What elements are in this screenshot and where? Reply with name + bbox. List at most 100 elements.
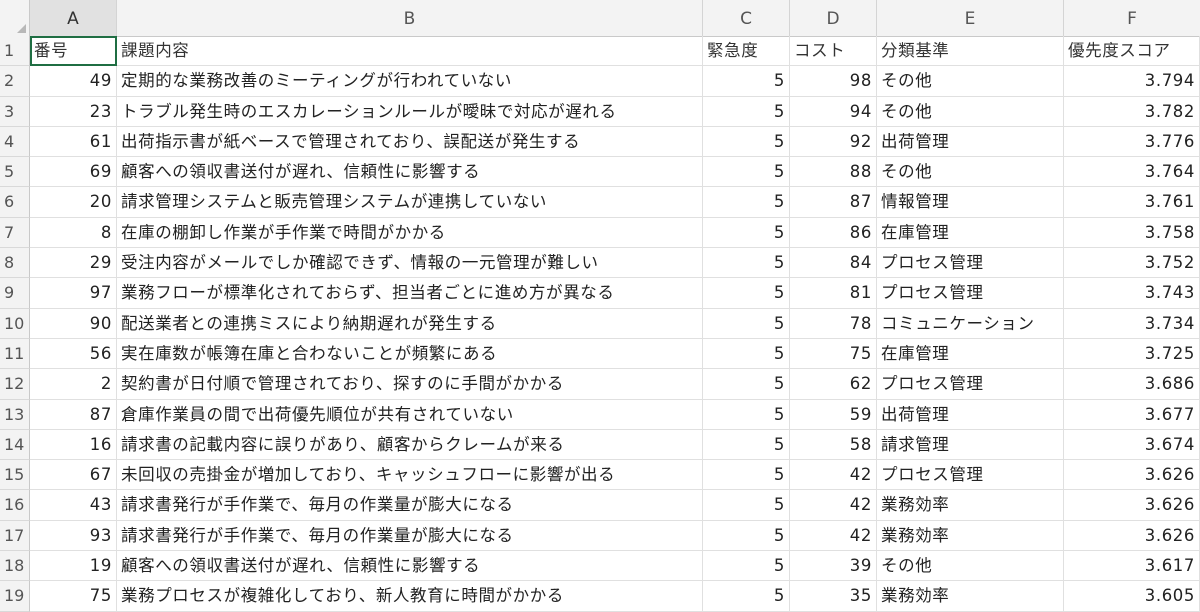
cell-priority-score[interactable]: 3.752 bbox=[1064, 248, 1200, 279]
cell-issue[interactable]: 請求管理システムと販売管理システムが連携していない bbox=[117, 187, 703, 218]
column-header-f[interactable]: F bbox=[1064, 0, 1200, 36]
cell-number[interactable]: 67 bbox=[30, 460, 117, 491]
cell-number[interactable]: 93 bbox=[30, 520, 117, 552]
cell-priority-score[interactable]: 3.677 bbox=[1064, 399, 1200, 430]
cell-urgency[interactable]: 5 bbox=[703, 520, 790, 552]
cell-urgency[interactable]: 5 bbox=[703, 338, 790, 370]
cell-priority-score[interactable]: 3.617 bbox=[1064, 551, 1200, 582]
cell-priority-score[interactable]: 3.743 bbox=[1064, 278, 1200, 309]
header-cell-cost[interactable]: コスト bbox=[790, 36, 877, 67]
cell-priority-score[interactable]: 3.794 bbox=[1064, 66, 1200, 97]
cell-number[interactable]: 75 bbox=[30, 581, 117, 612]
cell-cost[interactable]: 42 bbox=[790, 460, 877, 491]
header-cell-number[interactable]: 番号 bbox=[30, 36, 117, 67]
cell-issue[interactable]: トラブル発生時のエスカレーションルールが曖昧で対応が遅れる bbox=[117, 96, 703, 127]
cell-urgency[interactable]: 5 bbox=[703, 126, 790, 158]
cell-category[interactable]: プロセス管理 bbox=[877, 248, 1064, 279]
cell-cost[interactable]: 58 bbox=[790, 429, 877, 461]
cell-number[interactable]: 87 bbox=[30, 399, 117, 430]
header-cell-issue[interactable]: 課題内容 bbox=[117, 36, 703, 67]
header-cell-priority-score[interactable]: 優先度スコア bbox=[1064, 36, 1200, 67]
header-cell-urgency[interactable]: 緊急度 bbox=[703, 36, 790, 67]
row-number[interactable]: 5 bbox=[0, 157, 30, 188]
cell-urgency[interactable]: 5 bbox=[703, 66, 790, 97]
cell-cost[interactable]: 81 bbox=[790, 278, 877, 309]
cell-issue[interactable]: 業務プロセスが複雑化しており、新人教育に時間がかかる bbox=[117, 581, 703, 612]
cell-category[interactable]: 業務効率 bbox=[877, 581, 1064, 612]
row-number[interactable]: 2 bbox=[0, 66, 30, 97]
cell-number[interactable]: 90 bbox=[30, 308, 117, 339]
column-header-a[interactable]: A bbox=[30, 0, 117, 36]
cell-cost[interactable]: 86 bbox=[790, 217, 877, 249]
cell-number[interactable]: 29 bbox=[30, 248, 117, 279]
cell-cost[interactable]: 87 bbox=[790, 187, 877, 218]
header-cell-category[interactable]: 分類基準 bbox=[877, 36, 1064, 67]
row-number[interactable]: 18 bbox=[0, 551, 30, 582]
column-header-c[interactable]: C bbox=[703, 0, 790, 36]
cell-category[interactable]: 出荷管理 bbox=[877, 126, 1064, 158]
row-number[interactable]: 1 bbox=[0, 36, 30, 67]
cell-cost[interactable]: 94 bbox=[790, 96, 877, 127]
cell-urgency[interactable]: 5 bbox=[703, 551, 790, 582]
cell-issue[interactable]: 在庫の棚卸し作業が手作業で時間がかかる bbox=[117, 217, 703, 249]
cell-category[interactable]: その他 bbox=[877, 96, 1064, 127]
cell-category[interactable]: プロセス管理 bbox=[877, 460, 1064, 491]
cell-urgency[interactable]: 5 bbox=[703, 369, 790, 400]
cell-priority-score[interactable]: 3.686 bbox=[1064, 369, 1200, 400]
cell-urgency[interactable]: 5 bbox=[703, 399, 790, 430]
cell-priority-score[interactable]: 3.674 bbox=[1064, 429, 1200, 461]
row-number[interactable]: 12 bbox=[0, 369, 30, 400]
cell-category[interactable]: その他 bbox=[877, 551, 1064, 582]
select-all-corner[interactable] bbox=[0, 0, 30, 36]
cell-urgency[interactable]: 5 bbox=[703, 429, 790, 461]
cell-issue[interactable]: 配送業者との連携ミスにより納期遅れが発生する bbox=[117, 308, 703, 339]
cell-category[interactable]: 在庫管理 bbox=[877, 217, 1064, 249]
cell-priority-score[interactable]: 3.761 bbox=[1064, 187, 1200, 218]
cell-priority-score[interactable]: 3.626 bbox=[1064, 490, 1200, 521]
cell-cost[interactable]: 39 bbox=[790, 551, 877, 582]
cell-issue[interactable]: 顧客への領収書送付が遅れ、信頼性に影響する bbox=[117, 157, 703, 188]
column-header-b[interactable]: B bbox=[117, 0, 703, 36]
row-number[interactable]: 3 bbox=[0, 96, 30, 127]
cell-urgency[interactable]: 5 bbox=[703, 157, 790, 188]
cell-urgency[interactable]: 5 bbox=[703, 308, 790, 339]
cell-priority-score[interactable]: 3.725 bbox=[1064, 338, 1200, 370]
cell-number[interactable]: 2 bbox=[30, 369, 117, 400]
cell-cost[interactable]: 75 bbox=[790, 338, 877, 370]
cell-issue[interactable]: 出荷指示書が紙ベースで管理されており、誤配送が発生する bbox=[117, 126, 703, 158]
row-number[interactable]: 10 bbox=[0, 308, 30, 339]
cell-number[interactable]: 56 bbox=[30, 338, 117, 370]
cell-issue[interactable]: 未回収の売掛金が増加しており、キャッシュフローに影響が出る bbox=[117, 460, 703, 491]
cell-issue[interactable]: 受注内容がメールでしか確認できず、情報の一元管理が難しい bbox=[117, 248, 703, 279]
cell-priority-score[interactable]: 3.776 bbox=[1064, 126, 1200, 158]
cell-cost[interactable]: 35 bbox=[790, 581, 877, 612]
cell-priority-score[interactable]: 3.758 bbox=[1064, 217, 1200, 249]
row-number[interactable]: 19 bbox=[0, 581, 30, 612]
cell-issue[interactable]: 実在庫数が帳簿在庫と合わないことが頻繁にある bbox=[117, 338, 703, 370]
cell-issue[interactable]: 業務フローが標準化されておらず、担当者ごとに進め方が異なる bbox=[117, 278, 703, 309]
column-header-d[interactable]: D bbox=[790, 0, 877, 36]
cell-number[interactable]: 43 bbox=[30, 490, 117, 521]
cell-urgency[interactable]: 5 bbox=[703, 248, 790, 279]
cell-category[interactable]: その他 bbox=[877, 66, 1064, 97]
cell-urgency[interactable]: 5 bbox=[703, 96, 790, 127]
cell-urgency[interactable]: 5 bbox=[703, 460, 790, 491]
row-number[interactable]: 9 bbox=[0, 278, 30, 309]
row-number[interactable]: 15 bbox=[0, 460, 30, 491]
cell-number[interactable]: 23 bbox=[30, 96, 117, 127]
cell-category[interactable]: 在庫管理 bbox=[877, 338, 1064, 370]
cell-urgency[interactable]: 5 bbox=[703, 278, 790, 309]
cell-cost[interactable]: 42 bbox=[790, 490, 877, 521]
cell-priority-score[interactable]: 3.734 bbox=[1064, 308, 1200, 339]
cell-issue[interactable]: 定期的な業務改善のミーティングが行われていない bbox=[117, 66, 703, 97]
cell-urgency[interactable]: 5 bbox=[703, 187, 790, 218]
cell-priority-score[interactable]: 3.626 bbox=[1064, 520, 1200, 552]
cell-category[interactable]: その他 bbox=[877, 157, 1064, 188]
row-number[interactable]: 8 bbox=[0, 248, 30, 279]
row-number[interactable]: 6 bbox=[0, 187, 30, 218]
cell-number[interactable]: 61 bbox=[30, 126, 117, 158]
cell-number[interactable]: 49 bbox=[30, 66, 117, 97]
cell-issue[interactable]: 請求書発行が手作業で、毎月の作業量が膨大になる bbox=[117, 520, 703, 552]
cell-number[interactable]: 8 bbox=[30, 217, 117, 249]
cell-priority-score[interactable]: 3.782 bbox=[1064, 96, 1200, 127]
